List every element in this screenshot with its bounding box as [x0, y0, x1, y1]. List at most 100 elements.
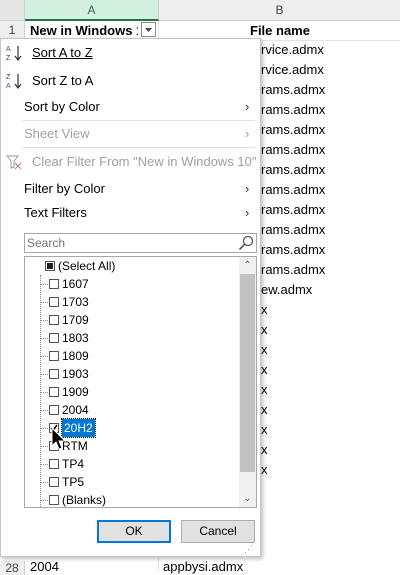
sheet-view-label: Sheet View	[24, 126, 90, 141]
clear-filter-icon	[6, 155, 22, 170]
cell-b-fragment[interactable]: x	[261, 321, 268, 339]
filter-by-color-label: Filter by Color	[24, 181, 105, 196]
filter-list-item[interactable]: 1607	[25, 275, 235, 293]
filter-list-item[interactable]: (Select All)	[25, 257, 235, 275]
filter-list-item[interactable]: 1903	[25, 365, 235, 383]
checkbox[interactable]	[49, 405, 59, 415]
checkbox[interactable]	[49, 333, 59, 343]
text-filters-label: Text Filters	[24, 205, 87, 220]
svg-text:Z: Z	[6, 74, 11, 81]
cell-b-fragment[interactable]: x	[261, 421, 268, 439]
cell-a28[interactable]: 2004	[30, 559, 59, 575]
column-header-a[interactable]: A	[25, 0, 159, 21]
cell-b-fragment[interactable]: rams.admx	[261, 261, 325, 279]
resize-grip-icon[interactable]: ⋰	[244, 544, 253, 555]
chevron-right-icon: ›	[245, 99, 250, 114]
filter-item-label: 2004	[62, 403, 89, 417]
filter-list-item[interactable]: 2004	[25, 401, 235, 419]
svg-text:A: A	[6, 83, 11, 90]
filter-list-item[interactable]: (Blanks)	[25, 491, 235, 507]
cell-b-fragment[interactable]: x	[261, 341, 268, 359]
filter-item-label: 1803	[62, 331, 89, 345]
sheet-view-item: Sheet View ›	[1, 123, 260, 145]
search-box[interactable]	[24, 233, 257, 253]
filter-list-item[interactable]: 1809	[25, 347, 235, 365]
checkbox[interactable]	[49, 459, 59, 469]
filter-list-item[interactable]: TP4	[25, 455, 235, 473]
checkbox-partial[interactable]	[45, 261, 55, 271]
filter-by-color-item[interactable]: Filter by Color ›	[1, 178, 260, 200]
filter-list-item[interactable]: TP5	[25, 473, 235, 491]
column-header-b[interactable]: B	[159, 0, 400, 21]
filter-list-item[interactable]: 1703	[25, 293, 235, 311]
cell-b28[interactable]: appbysi.admx	[163, 559, 243, 575]
checkbox[interactable]	[49, 279, 59, 289]
filter-values-list[interactable]: (Select All) 1607 1703 1709 1803 1809 1903 1909…	[24, 256, 257, 508]
checkbox[interactable]	[49, 315, 59, 325]
cancel-button[interactable]: Cancel	[181, 520, 255, 543]
sort-descending-icon: Z A	[6, 74, 22, 90]
chevron-right-icon: ›	[245, 181, 250, 196]
filter-list-item[interactable]: 1909	[25, 383, 235, 401]
filter-item-label: 1809	[62, 349, 89, 363]
filter-item-label: TP4	[62, 457, 85, 471]
cell-b-fragment[interactable]: x	[261, 361, 268, 379]
sort-by-color-item[interactable]: Sort by Color ›	[1, 96, 260, 118]
filter-item-label: 1909	[62, 385, 89, 399]
select-all-corner[interactable]	[0, 0, 25, 21]
filter-item-label: TP5	[62, 475, 85, 489]
cell-b-fragment[interactable]: rvice.admx	[261, 61, 324, 79]
cell-b-fragment[interactable]: ew.admx	[261, 281, 312, 299]
autofilter-dropdown: A Z Sort A to Z Z A Sort Z to A Sort by …	[0, 38, 261, 557]
checkbox[interactable]	[49, 369, 59, 379]
sort-z-to-a-item[interactable]: Z A Sort Z to A	[1, 70, 260, 92]
filter-item-label: (Select All)	[58, 259, 116, 273]
cell-b-fragment[interactable]: rams.admx	[261, 141, 325, 159]
cell-b-fragment[interactable]: rams.admx	[261, 161, 325, 179]
checkbox[interactable]	[49, 387, 59, 397]
tree-connector	[40, 374, 48, 375]
cell-b-fragment[interactable]: x	[261, 301, 268, 319]
cell-b-fragment[interactable]: rams.admx	[261, 241, 325, 259]
clear-filter-item: Clear Filter From "New in Windows 10"	[1, 151, 260, 173]
filter-item-label: (Blanks)	[62, 493, 107, 507]
svg-text:A: A	[6, 46, 11, 53]
cell-b-fragment[interactable]: rams.admx	[261, 81, 325, 99]
cell-b-fragment[interactable]: rvice.admx	[261, 41, 324, 59]
scroll-up-icon[interactable]: ⌃	[239, 257, 256, 274]
tree-connector	[40, 320, 48, 321]
sort-z-to-a-label: Sort Z to A	[32, 73, 94, 88]
checkbox[interactable]	[49, 351, 59, 361]
filter-item-label: 1709	[62, 313, 89, 327]
ok-button[interactable]: OK	[97, 520, 171, 543]
cell-b-fragment[interactable]: rams.admx	[261, 121, 325, 139]
dropdown-arrow-icon	[145, 28, 152, 32]
sort-a-to-z-label: Sort A to Z	[32, 45, 93, 60]
cell-b-fragment[interactable]: rams.admx	[261, 101, 325, 119]
cell-b-fragment[interactable]: rams.admx	[261, 181, 325, 199]
checkbox[interactable]	[49, 495, 59, 505]
tree-connector	[40, 392, 48, 393]
svg-text:Z: Z	[6, 55, 11, 62]
scrollbar-thumb[interactable]	[240, 274, 255, 472]
column-a-filter-button[interactable]	[141, 22, 156, 37]
cell-b-fragment[interactable]: x	[261, 441, 268, 459]
search-input[interactable]	[27, 234, 232, 252]
filter-item-label: 1703	[62, 295, 89, 309]
cell-b-fragment[interactable]: x	[261, 461, 268, 479]
row-header-28[interactable]: 28	[0, 561, 25, 575]
sort-a-to-z-item[interactable]: A Z Sort A to Z	[1, 42, 260, 64]
filter-list-item[interactable]: 1709	[25, 311, 235, 329]
menu-separator	[23, 147, 255, 148]
tree-connector	[40, 410, 48, 411]
scroll-down-icon[interactable]: ⌄	[239, 490, 256, 507]
cell-b-fragment[interactable]: x	[261, 381, 268, 399]
text-filters-item[interactable]: Text Filters ›	[1, 202, 260, 224]
cell-b-fragment[interactable]: rams.admx	[261, 201, 325, 219]
list-scrollbar[interactable]: ⌃ ⌄	[239, 257, 256, 507]
checkbox[interactable]	[49, 297, 59, 307]
cell-b-fragment[interactable]: x	[261, 401, 268, 419]
cell-b-fragment[interactable]: rams.admx	[261, 221, 325, 239]
checkbox[interactable]	[49, 477, 59, 487]
filter-list-item[interactable]: 1803	[25, 329, 235, 347]
